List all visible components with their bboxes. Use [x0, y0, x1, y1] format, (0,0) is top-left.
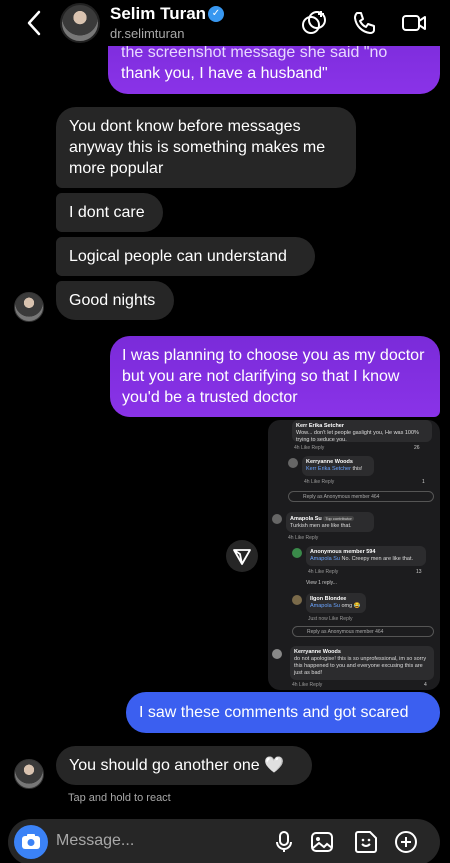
incoming-message[interactable]: Good nights: [56, 281, 174, 320]
chat-header: Selim Turan ✓ dr.selimturan: [0, 0, 450, 46]
message-text: I was planning to choose you as my docto…: [122, 347, 425, 406]
comment: Ilgon Blondee Amapola Su omg 😂: [306, 593, 366, 613]
effects-icon[interactable]: [300, 9, 328, 37]
gallery-icon[interactable]: [310, 830, 334, 854]
mention: Amapola Su: [310, 603, 340, 609]
reply-placeholder: Reply as Anonymous member 464: [307, 629, 384, 635]
comment-meta: 4h Like Reply: [304, 479, 335, 485]
contact-username[interactable]: dr.selimturan: [110, 26, 184, 41]
mention: Kerr Erika Setcher: [306, 466, 351, 472]
commenter-avatar: [272, 514, 282, 524]
comment-author: Anonymous member 594: [310, 549, 376, 555]
outgoing-message[interactable]: I was planning to choose you as my docto…: [110, 336, 440, 417]
reply-field[interactable]: Reply as Anonymous member 464: [292, 626, 434, 637]
commenter-avatar: [292, 548, 302, 558]
incoming-message[interactable]: I dont care: [56, 193, 163, 232]
commenter-avatar: [272, 649, 282, 659]
sender-avatar[interactable]: [14, 292, 44, 322]
comment-meta: 4h Like Reply: [288, 535, 319, 541]
shared-screenshot-image[interactable]: Kerr Erika Setcher Wow... don't let peop…: [268, 420, 440, 690]
message-text: Good nights: [69, 292, 156, 309]
contributor-badge: Top contributor: [323, 516, 354, 521]
message-composer: Message...: [8, 819, 440, 863]
message-text: I saw these comments and got scared: [139, 704, 409, 721]
incoming-message[interactable]: Logical people can understand: [56, 237, 315, 276]
phone-call-icon[interactable]: [350, 9, 378, 37]
comment-text: No. Creepy men are like that.: [341, 556, 414, 562]
message-text: thank you, I have a husband": [121, 65, 328, 82]
reply-placeholder: Reply as Anonymous member 464: [303, 494, 380, 500]
message-text: You dont know before messages anyway thi…: [69, 118, 326, 177]
mention: Amapola Su: [310, 556, 340, 562]
commenter-avatar: [288, 458, 298, 468]
comment: Amapola Su Top contributor Turkish men a…: [286, 512, 374, 532]
reaction-count: 26: [414, 445, 420, 451]
message-text: You should go another one 🤍: [69, 757, 285, 774]
contact-name[interactable]: Selim Turan: [110, 4, 206, 24]
comment-meta: 4h Like Reply: [292, 682, 323, 688]
view-replies-link[interactable]: View 1 reply...: [306, 580, 337, 586]
comment-author: Kerr Erika Setcher: [296, 423, 344, 429]
verified-badge-icon: ✓: [208, 6, 224, 22]
sticker-icon[interactable]: [354, 830, 378, 854]
comment-author: Amapola Su: [290, 516, 322, 522]
commenter-avatar: [292, 595, 302, 605]
comment-text: this!: [352, 466, 363, 472]
comment-text: Wow... don't let people gaslight you, He…: [296, 430, 419, 443]
add-icon[interactable]: [394, 830, 418, 854]
comment: Anonymous member 594 Amapola Su No. Cree…: [306, 546, 426, 566]
video-call-icon[interactable]: [400, 9, 428, 37]
back-arrow-icon[interactable]: [22, 8, 46, 38]
camera-icon: [22, 834, 40, 849]
comment-author: Kerryanne Woods: [294, 649, 341, 655]
microphone-icon[interactable]: [272, 830, 296, 854]
comment-text: do not apologise! this is so unprofessio…: [294, 656, 427, 676]
reaction-count: 1: [422, 479, 425, 485]
comment-author: Ilgon Blondee: [310, 596, 347, 602]
comment-text: Turkish men are like that.: [290, 523, 352, 529]
comment-meta: Just now Like Reply: [308, 616, 353, 622]
comment-meta: 4h Like Reply: [294, 445, 325, 451]
reaction-count: 13: [416, 569, 422, 575]
message-text: I dont care: [69, 204, 145, 221]
reply-field[interactable]: Reply as Anonymous member 464: [288, 491, 434, 502]
sender-avatar[interactable]: [14, 759, 44, 789]
comment: Kerryanne Woods Kerr Erika Setcher this!: [302, 456, 374, 476]
comment-meta: 4h Like Reply: [308, 569, 339, 575]
comment: Kerryanne Woods do not apologise! this i…: [290, 646, 434, 680]
outgoing-message[interactable]: I saw these comments and got scared: [126, 692, 440, 733]
send-icon: [233, 549, 251, 565]
camera-button[interactable]: [14, 825, 48, 859]
avatar[interactable]: [60, 3, 100, 43]
message-text: Logical people can understand: [69, 248, 287, 265]
comment: Kerr Erika Setcher Wow... don't let peop…: [292, 420, 432, 443]
incoming-message[interactable]: You dont know before messages anyway thi…: [56, 107, 356, 188]
share-button[interactable]: [226, 540, 258, 572]
comment-author: Kerryanne Woods: [306, 459, 353, 465]
incoming-message[interactable]: You should go another one 🤍: [56, 746, 312, 785]
reaction-hint: Tap and hold to react: [68, 792, 171, 804]
message-input[interactable]: Message...: [56, 832, 134, 850]
comment-text: omg 😂: [341, 603, 361, 609]
reaction-count: 4: [424, 682, 427, 688]
